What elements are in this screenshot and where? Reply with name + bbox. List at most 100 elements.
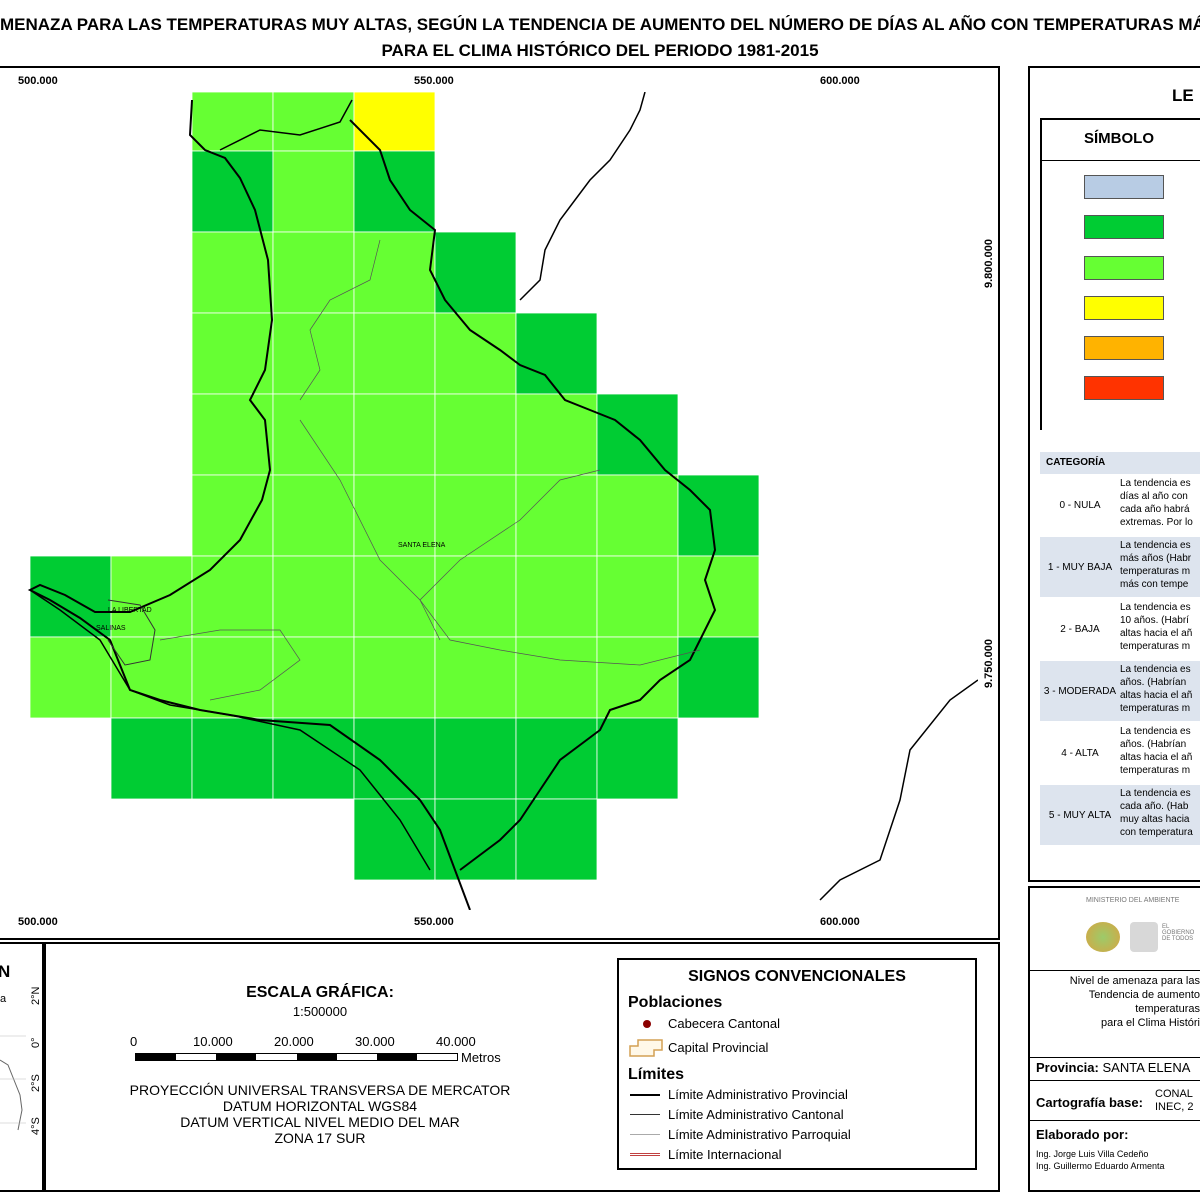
- inset-title: N: [0, 962, 11, 981]
- author-1: Ing. Jorge Luis Villa Cedeño: [1036, 1149, 1149, 1159]
- category-label: 4 - ALTA: [1061, 747, 1099, 759]
- parroquial-line-icon: [630, 1134, 660, 1135]
- x-tick-bottom-600000: 600.000: [820, 916, 860, 928]
- category-label: 2 - BAJA: [1060, 623, 1100, 635]
- category-row-alta: 4 - ALTA La tendencia es años. (Habrían …: [1040, 723, 1200, 783]
- grid-cell: [515, 393, 598, 476]
- grid-cell: [191, 231, 274, 314]
- x-tick-top-500000: 500.000: [18, 75, 58, 87]
- scale-title: ESCALA GRÁFICA:: [246, 984, 394, 1001]
- ecuador-coat-of-arms: [1130, 922, 1158, 952]
- provincial-line-icon: [630, 1094, 660, 1096]
- grid-cell: [434, 474, 517, 557]
- grid-cell: [191, 474, 274, 557]
- map-canvas: SANTA ELENA LA LIBERTAD SALINAS: [0, 92, 978, 910]
- legend-left-rule: [1040, 158, 1042, 430]
- category-row-muy-alta: 5 - MUY ALTA La tendencia es cada año. (…: [1040, 785, 1200, 845]
- grid-cell: [353, 92, 436, 152]
- projection-block: PROYECCIÓN UNIVERSAL TRANSVERSA DE MERCA…: [100, 1082, 540, 1146]
- ministry-name: MINISTERIO DEL AMBIENTE: [1086, 897, 1180, 904]
- scale-ratio: 1:500000: [292, 1004, 348, 1019]
- cantonal-line-icon: [630, 1114, 660, 1115]
- category-row-moderada: 3 - MODERADA La tendencia es años. (Habr…: [1040, 661, 1200, 721]
- grid-cell: [191, 92, 274, 152]
- category-row-muy-baja: 1 - MUY BAJA La tendencia es más años (H…: [1040, 537, 1200, 597]
- category-row-baja: 2 - BAJA La tendencia es 10 años. (Habrí…: [1040, 599, 1200, 659]
- grid-cell: [515, 798, 598, 881]
- grid-cell: [677, 636, 760, 719]
- info-desc-line-1: Nivel de amenaza para las: [1069, 975, 1200, 987]
- grid-cell: [272, 636, 355, 719]
- grid-cell: [596, 636, 679, 719]
- elaborado-label: Elaborado por:: [1036, 1127, 1129, 1142]
- grid-cell: [191, 393, 274, 476]
- x-tick-bottom-550000: 550.000: [414, 916, 454, 928]
- label-la-libertad: LA LIBERTAD: [108, 607, 152, 614]
- signos-parroquial: Límite Administrativo Parroquial: [668, 1127, 851, 1142]
- scale-tick-10000: 10.000: [193, 1034, 233, 1049]
- grid-cell: [272, 92, 355, 152]
- y-tick-9800000: 9.800.000: [983, 239, 995, 288]
- grid-cell: [596, 555, 679, 638]
- ministry-tree-logo: [1086, 922, 1120, 952]
- projection-line-4: ZONA 17 SUR: [274, 1130, 366, 1146]
- signos-cantonal: Límite Administrativo Cantonal: [668, 1107, 844, 1122]
- legend-swatch-muy-alta: [1084, 376, 1164, 400]
- legend-swatch-nula: [1084, 175, 1164, 199]
- category-desc: La tendencia es años. (Habrían altas hac…: [1120, 664, 1193, 714]
- signos-cabecera: Cabecera Cantonal: [668, 1016, 781, 1031]
- category-desc: La tendencia es días al año con cada año…: [1120, 478, 1193, 528]
- grid-cell: [272, 150, 355, 233]
- grid-cell: [29, 636, 112, 719]
- grid-cell: [596, 717, 679, 800]
- cartografia-line-2: INEC, 2: [1155, 1101, 1194, 1113]
- legend-symbol-header: SÍMBOLO: [1084, 130, 1154, 147]
- projection-line-3: DATUM VERTICAL NIVEL MEDIO DEL MAR: [180, 1114, 460, 1130]
- scale-tick-0: 0: [130, 1034, 138, 1049]
- inset-lat-2n: 2°N: [30, 986, 42, 1005]
- grid-cell: [191, 312, 274, 395]
- category-row-nula: 0 - NULA La tendencia es días al año con…: [1040, 475, 1200, 535]
- y-tick-9750000: 9.750.000: [983, 639, 995, 688]
- legend-title: LE: [1172, 86, 1194, 105]
- grid-cell: [596, 474, 679, 557]
- signos-title: SIGNOS CONVENCIONALES: [688, 968, 906, 985]
- provincia-label: Provincia:: [1036, 1060, 1099, 1075]
- grid-cell: [191, 150, 274, 233]
- grid-cell: [191, 636, 274, 719]
- x-tick-top-600000: 600.000: [820, 75, 860, 87]
- inset-lat-0: 0°: [30, 1037, 42, 1048]
- category-label: 5 - MUY ALTA: [1048, 809, 1112, 821]
- scale-bar: [135, 1053, 458, 1061]
- author-2: Ing. Guillermo Eduardo Armenta: [1036, 1161, 1165, 1171]
- internacional-line-icon: [630, 1153, 660, 1156]
- grid-cell: [677, 555, 760, 638]
- info-desc-line-4: para el Clima Históri: [1100, 1017, 1200, 1029]
- projection-line-1: PROYECCIÓN UNIVERSAL TRANSVERSA DE MERCA…: [129, 1082, 511, 1098]
- grid-cell: [191, 555, 274, 638]
- inset-lat-4s: 4°S: [30, 1117, 42, 1135]
- scale-tick-40000: 40.000: [436, 1034, 476, 1049]
- grid-cell: [353, 393, 436, 476]
- grid-cell: [272, 393, 355, 476]
- authors: Ing. Jorge Luis Villa Cedeño Ing. Guille…: [1036, 1148, 1165, 1172]
- category-label: 0 - NULA: [1059, 499, 1101, 511]
- info-rule-1: [1030, 1080, 1200, 1081]
- grid-cell: [272, 474, 355, 557]
- signos-provincial: Límite Administrativo Provincial: [668, 1087, 848, 1102]
- cartografia-line-1: CONAL: [1155, 1088, 1193, 1100]
- label-salinas: SALINAS: [96, 625, 126, 632]
- category-desc: La tendencia es 10 años. (Habrí altas ha…: [1120, 602, 1193, 652]
- info-desc: Nivel de amenaza para las Tendencia de a…: [1030, 974, 1200, 1030]
- grid-cell: [353, 231, 436, 314]
- grid-cell: [272, 555, 355, 638]
- grid-cell: [434, 636, 517, 719]
- x-tick-bottom-500000: 500.000: [18, 916, 58, 928]
- category-desc: La tendencia es cada año. (Hab muy altas…: [1120, 788, 1193, 838]
- gobierno-logo-text: EL GOBIERNO DE TODOS: [1162, 924, 1195, 942]
- provincia-row: Provincia: SANTA ELENA: [1036, 1060, 1190, 1075]
- grid-cell: [353, 798, 436, 881]
- grid-cell: [515, 555, 598, 638]
- label-santa-elena: SANTA ELENA: [398, 542, 446, 549]
- category-label: 1 - MUY BAJA: [1047, 561, 1113, 573]
